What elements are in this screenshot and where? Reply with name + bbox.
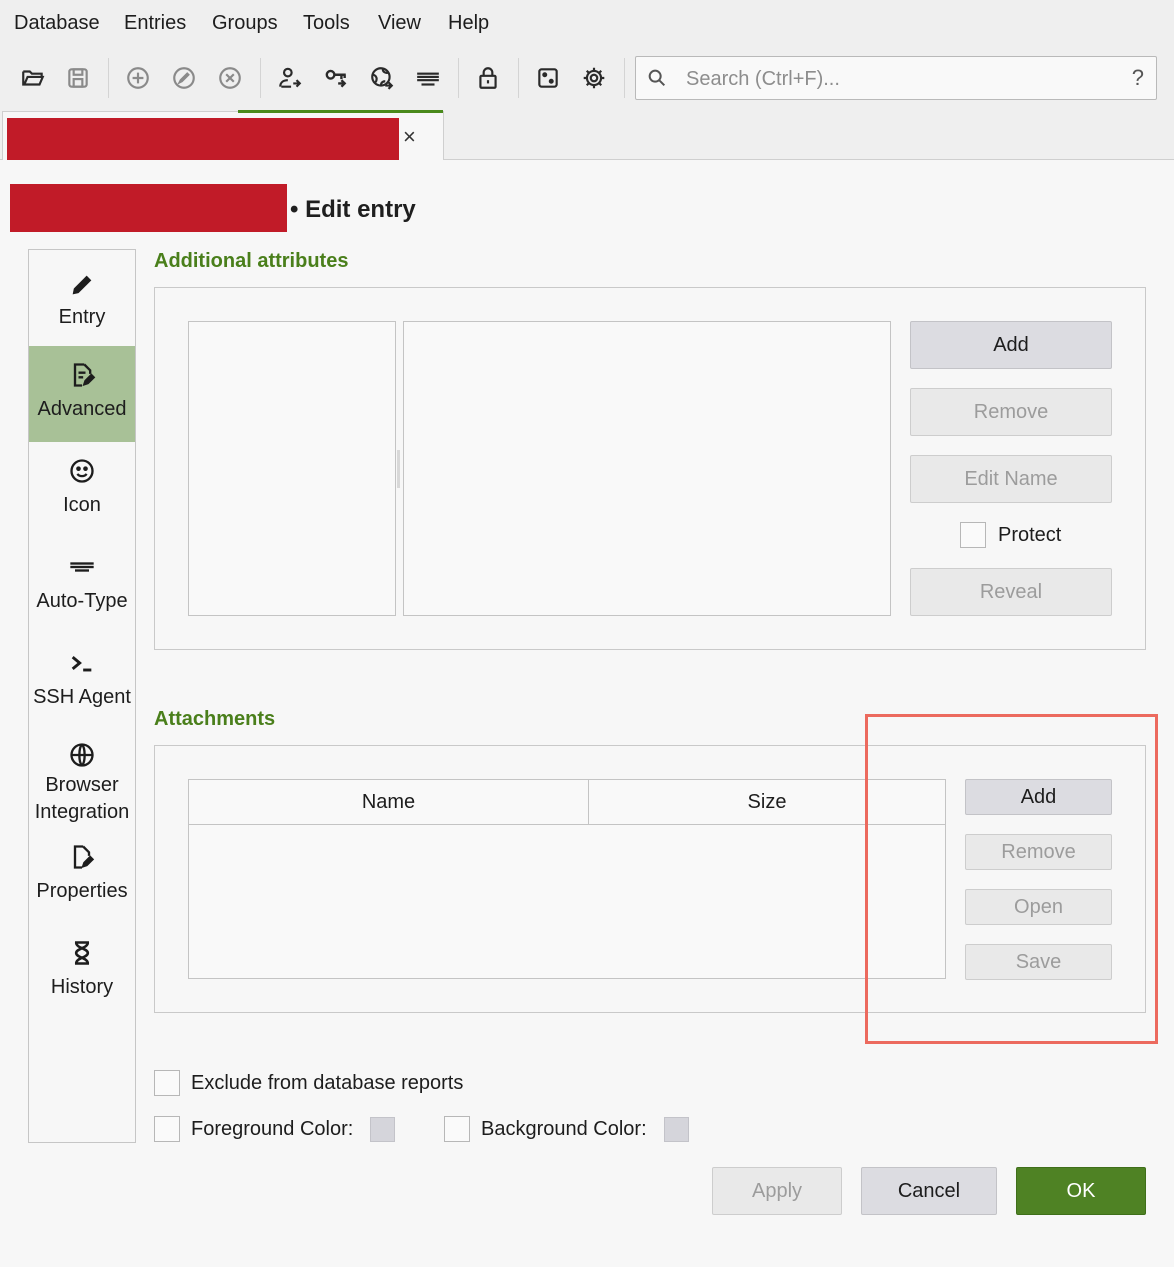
menu-view[interactable]: View	[378, 12, 421, 35]
sidebar-item-label: Entry	[58, 306, 106, 328]
toolbar-separator	[518, 58, 519, 98]
sidebar-item-label: History	[50, 976, 114, 998]
search-input[interactable]: Search (Ctrl+F)... ?	[635, 56, 1157, 100]
menu-bar: Database Entries Groups Tools View Help	[0, 0, 1174, 46]
exclude-reports-label: Exclude from database reports	[191, 1072, 464, 1094]
sidebar-item-advanced[interactable]: Advanced	[29, 346, 135, 442]
sidebar-item-label: Icon	[63, 494, 101, 516]
sidebar-item-ssh-agent[interactable]: SSH Agent	[29, 634, 135, 730]
toolbar: Search (Ctrl+F)... ?	[0, 46, 1174, 110]
highlight-box	[865, 714, 1158, 1044]
password-generator-icon[interactable]	[534, 64, 562, 92]
redacted-tab-title	[7, 118, 399, 160]
protect-checkbox[interactable]	[960, 522, 986, 548]
attribute-names-list[interactable]	[188, 321, 396, 616]
redacted-entry-name	[10, 184, 287, 232]
sidebar-item-icon[interactable]: Icon	[29, 442, 135, 538]
tab-active-indicator	[238, 110, 443, 113]
apply-button[interactable]: Apply	[712, 1167, 842, 1215]
save-database-icon[interactable]	[64, 64, 92, 92]
exclude-reports-checkbox[interactable]	[154, 1070, 180, 1096]
search-placeholder: Search (Ctrl+F)...	[686, 68, 840, 90]
sidebar-item-browser-integration[interactable]: Browser Integration	[29, 730, 135, 830]
attachments-heading: Attachments	[154, 708, 276, 730]
attribute-remove-button[interactable]: Remove	[910, 388, 1112, 436]
toolbar-separator	[624, 58, 625, 98]
sidebar-item-label: Properties	[36, 880, 128, 902]
attributes-splitter[interactable]	[397, 450, 400, 488]
lock-icon[interactable]	[474, 64, 502, 92]
copy-password-icon[interactable]	[322, 64, 350, 92]
delete-entry-icon[interactable]	[216, 64, 244, 92]
keyboard-icon	[29, 552, 135, 582]
menu-database[interactable]: Database	[14, 12, 100, 35]
terminal-icon	[29, 648, 135, 678]
toolbar-separator	[108, 58, 109, 98]
foreground-color-label: Foreground Color:	[191, 1118, 354, 1140]
category-sidebar: Entry Advanced Icon Auto-Type SSH Agent …	[28, 249, 136, 1143]
search-icon	[646, 67, 668, 89]
sidebar-item-properties[interactable]: Properties	[29, 830, 135, 926]
attachments-table[interactable]: Name Size	[188, 779, 946, 979]
attribute-reveal-button[interactable]: Reveal	[910, 568, 1112, 616]
menu-tools[interactable]: Tools	[303, 12, 350, 35]
add-entry-icon[interactable]	[124, 64, 152, 92]
toolbar-separator	[260, 58, 261, 98]
search-help-icon[interactable]: ?	[1132, 65, 1144, 91]
foreground-color-swatch[interactable]	[370, 1117, 395, 1142]
toolbar-separator	[458, 58, 459, 98]
document-edit-icon	[29, 360, 135, 390]
cancel-button[interactable]: Cancel	[861, 1167, 997, 1215]
menu-entries[interactable]: Entries	[124, 12, 186, 35]
sidebar-item-history[interactable]: History	[29, 926, 135, 1022]
sidebar-item-auto-type[interactable]: Auto-Type	[29, 538, 135, 634]
settings-icon[interactable]	[580, 64, 608, 92]
smiley-icon	[29, 456, 135, 486]
sidebar-item-label: Advanced	[37, 398, 127, 420]
globe-icon	[29, 740, 135, 770]
sidebar-item-label: SSH Agent	[33, 686, 131, 708]
protect-label: Protect	[998, 524, 1062, 546]
file-edit-icon	[29, 842, 135, 872]
ok-button[interactable]: OK	[1016, 1167, 1146, 1215]
sidebar-item-label: Auto-Type	[36, 590, 128, 612]
database-tab[interactable]: ×	[2, 111, 444, 160]
column-header-name[interactable]: Name	[189, 780, 589, 825]
copy-username-icon[interactable]	[276, 64, 304, 92]
sidebar-item-label: Browser Integration	[34, 774, 130, 823]
menu-help[interactable]: Help	[448, 12, 489, 35]
menu-groups[interactable]: Groups	[212, 12, 278, 35]
additional-attributes-heading: Additional attributes	[154, 250, 349, 272]
copy-url-icon[interactable]	[368, 64, 396, 92]
sidebar-item-entry[interactable]: Entry	[29, 256, 135, 346]
background-color-label: Background Color:	[481, 1118, 647, 1140]
foreground-color-checkbox[interactable]	[154, 1116, 180, 1142]
background-color-checkbox[interactable]	[444, 1116, 470, 1142]
open-database-icon[interactable]	[19, 64, 47, 92]
autotype-icon[interactable]	[414, 64, 442, 92]
hourglass-icon	[29, 938, 135, 968]
attribute-add-button[interactable]: Add	[910, 321, 1112, 369]
attribute-edit-name-button[interactable]: Edit Name	[910, 455, 1112, 503]
attribute-value-editor[interactable]	[403, 321, 891, 616]
tab-close-icon[interactable]: ×	[403, 124, 416, 150]
tab-bar: ×	[0, 110, 1174, 160]
background-color-swatch[interactable]	[664, 1117, 689, 1142]
edit-entry-icon[interactable]	[170, 64, 198, 92]
page-title: • Edit entry	[290, 196, 416, 223]
pencil-icon	[29, 270, 135, 300]
